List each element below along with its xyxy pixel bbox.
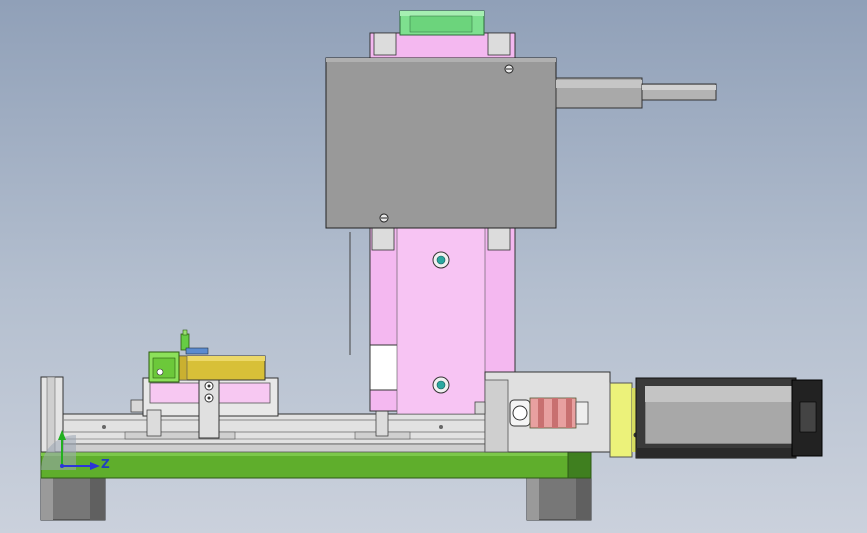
linear-rail <box>62 413 487 453</box>
output-shaft <box>555 77 717 109</box>
top-connector <box>399 10 485 36</box>
servo-motor <box>609 377 823 459</box>
left-foot <box>40 475 106 521</box>
base-plate <box>40 451 592 479</box>
motor-housing-block <box>325 57 557 229</box>
right-foot <box>526 475 592 521</box>
coupling-housing <box>474 371 611 453</box>
cad-assembly-scene[interactable] <box>0 0 867 533</box>
cad-viewport[interactable]: Z <box>0 0 867 533</box>
z-axis-label: Z <box>101 457 110 471</box>
